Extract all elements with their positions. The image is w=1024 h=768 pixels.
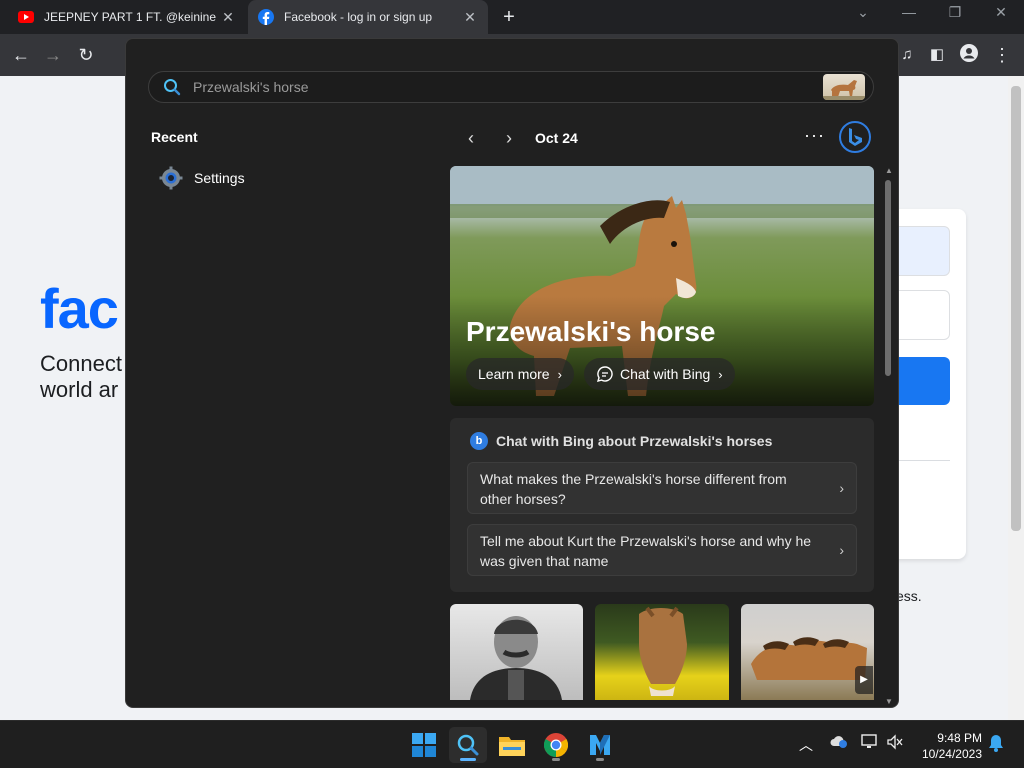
portrait-image[interactable]: [450, 604, 583, 700]
search-highlight-thumbnail[interactable]: [823, 74, 865, 100]
youtube-icon: [18, 9, 34, 25]
scrollbar-thumb[interactable]: [885, 180, 891, 376]
search-icon: [164, 79, 181, 96]
onedrive-icon[interactable]: [830, 734, 848, 751]
gear-icon: [159, 166, 183, 190]
page-scrollbar[interactable]: [1008, 76, 1024, 720]
tab-youtube[interactable]: JEEPNEY PART 1 FT. @keinine | P ✕: [8, 0, 246, 34]
bing-chat-title: Chat with Bing about Przewalski's horses: [496, 433, 773, 449]
panel-scrollbar[interactable]: ▲ ▼: [883, 166, 895, 706]
tab-title: JEEPNEY PART 1 FT. @keinine | P: [44, 10, 220, 24]
running-indicator: [552, 758, 560, 761]
highlight-date: Oct 24: [535, 130, 578, 146]
back-icon[interactable]: ←: [10, 44, 32, 66]
start-icon: [412, 733, 436, 757]
running-indicator: [596, 758, 604, 761]
network-icon[interactable]: [861, 734, 879, 753]
chat-suggestion[interactable]: Tell me about Kurt the Przewalski's hors…: [467, 524, 857, 576]
chevron-right-icon: ›: [839, 542, 844, 558]
chevron-right-icon: ›: [557, 366, 562, 382]
new-tab-button[interactable]: +: [498, 6, 520, 29]
start-button[interactable]: [405, 727, 443, 763]
search-taskbar-button[interactable]: [449, 727, 487, 763]
facebook-logo[interactable]: fac: [40, 276, 119, 341]
chevron-right-icon: ›: [839, 480, 844, 496]
chevron-up-icon[interactable]: ︿: [799, 735, 813, 755]
chat-suggestion-text: Tell me about Kurt the Przewalski's hors…: [480, 533, 812, 569]
recent-heading: Recent: [151, 129, 198, 145]
chat-icon: [596, 366, 613, 382]
code-editor-button[interactable]: [581, 727, 619, 763]
code-icon: [590, 735, 610, 755]
highlights-content: Przewalski's horse Learn more › Chat wit…: [450, 166, 876, 707]
profile-icon[interactable]: [958, 44, 980, 66]
file-explorer-button[interactable]: [493, 727, 531, 763]
search-box[interactable]: Przewalski's horse: [148, 71, 874, 103]
tab-close-button[interactable]: ✕: [462, 9, 478, 26]
minimize-button[interactable]: —: [886, 4, 932, 20]
search-input[interactable]: Przewalski's horse: [193, 79, 823, 95]
chrome-icon: [544, 733, 568, 757]
taskbar: ︿ 9:48 PM 10/24/2023: [0, 720, 1024, 768]
browser-tabstrip: JEEPNEY PART 1 FT. @keinine | P ✕ Facebo…: [0, 0, 1024, 34]
chat-with-bing-button[interactable]: Chat with Bing ›: [584, 358, 735, 390]
media-icon[interactable]: ♫: [896, 44, 918, 66]
scroll-down-icon[interactable]: ▼: [883, 697, 895, 706]
image-strip: ▶: [450, 604, 874, 704]
highlights-header: ‹ › Oct 24 ···: [461, 121, 873, 153]
tab-title: Facebook - log in or sign up: [284, 10, 433, 24]
recent-item-label: Settings: [194, 170, 245, 186]
footer-text: ess.: [896, 588, 922, 604]
chrome-button[interactable]: [537, 727, 575, 763]
clock-time: 9:48 PM: [937, 731, 982, 745]
hero-card[interactable]: Przewalski's horse Learn more › Chat wit…: [450, 166, 874, 406]
learn-more-label: Learn more: [478, 366, 550, 382]
facebook-tagline: Connect world ar: [40, 351, 130, 403]
notification-bell-icon[interactable]: [988, 734, 1004, 755]
bing-icon: [849, 128, 862, 146]
search-icon: [457, 734, 479, 756]
bing-icon: b: [470, 432, 488, 450]
horse-closeup-image[interactable]: [595, 604, 729, 700]
recent-item-settings[interactable]: Settings: [159, 166, 245, 190]
active-indicator: [460, 758, 476, 761]
learn-more-button[interactable]: Learn more ›: [466, 358, 574, 390]
menu-icon[interactable]: ⋮: [991, 44, 1013, 66]
hero-title[interactable]: Przewalski's horse: [466, 316, 715, 348]
next-images-button[interactable]: ▶: [855, 666, 873, 694]
chat-suggestion[interactable]: What makes the Przewalski's horse differ…: [467, 462, 857, 514]
chevron-right-icon: ›: [718, 366, 723, 382]
reload-icon[interactable]: ↻: [75, 44, 97, 66]
forward-icon[interactable]: →: [42, 44, 64, 66]
tab-close-button[interactable]: ✕: [220, 9, 236, 26]
restore-button[interactable]: ❐: [932, 4, 978, 21]
close-window-button[interactable]: ✕: [978, 4, 1024, 21]
tab-facebook[interactable]: Facebook - log in or sign up ✕: [248, 0, 488, 34]
more-options-button[interactable]: ···: [804, 125, 825, 146]
chat-with-bing-label: Chat with Bing: [620, 366, 711, 382]
windows-search-panel: Przewalski's horse Recent Settings ‹ › O…: [125, 38, 899, 708]
bing-chat-card: b Chat with Bing about Przewalski's hors…: [450, 418, 874, 592]
system-clock[interactable]: 9:48 PM 10/24/2023: [916, 730, 982, 762]
side-panel-icon[interactable]: ◧: [926, 44, 948, 66]
chevron-left-icon[interactable]: ‹: [461, 127, 481, 149]
facebook-icon: [258, 9, 274, 25]
bing-chat-heading: b Chat with Bing about Przewalski's hors…: [470, 432, 772, 450]
tab-search-icon[interactable]: ⌄: [840, 4, 886, 21]
chat-suggestion-text: What makes the Przewalski's horse differ…: [480, 471, 787, 507]
file-explorer-icon: [499, 737, 525, 756]
clock-date: 10/24/2023: [921, 747, 982, 761]
bing-chat-button[interactable]: [839, 121, 871, 153]
scroll-up-icon[interactable]: ▲: [883, 166, 895, 175]
scrollbar-thumb[interactable]: [1011, 86, 1021, 531]
chevron-right-icon[interactable]: ›: [499, 127, 519, 149]
tagline-line: world ar: [40, 377, 119, 402]
volume-muted-icon[interactable]: [887, 734, 903, 753]
tagline-line: Connect: [40, 351, 122, 376]
